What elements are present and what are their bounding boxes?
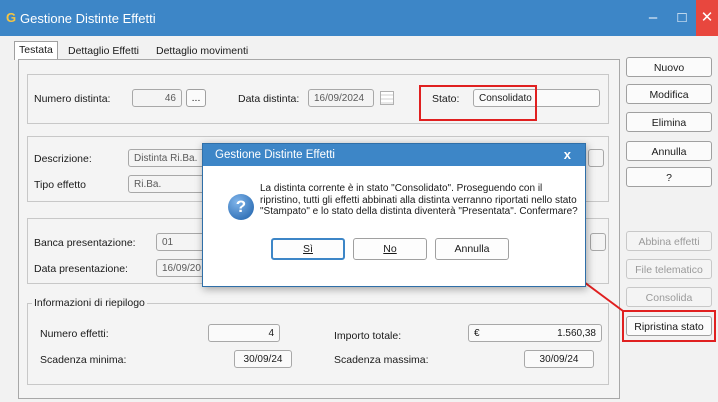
calendar-icon[interactable]	[380, 91, 394, 105]
tipo-effetto-label: Tipo effetto	[34, 179, 86, 191]
numero-distinta-field[interactable]: 46	[132, 89, 182, 107]
maximize-icon[interactable]: □	[669, 0, 695, 36]
currency-symbol: €	[474, 328, 480, 339]
no-label: No	[383, 243, 397, 255]
no-button[interactable]: No	[353, 238, 427, 260]
close-icon[interactable]: ✕	[696, 0, 718, 36]
tab-testata[interactable]: Testata	[14, 41, 58, 60]
scadenza-massima-field: 30/09/24	[524, 350, 594, 368]
elimina-button[interactable]: Elimina	[626, 112, 712, 132]
ripristina-highlight	[622, 310, 716, 342]
importo-totale-field: € 1.560,38	[468, 324, 602, 342]
annulla-dialog-button[interactable]: Annulla	[435, 238, 509, 260]
annulla-button[interactable]: Annulla	[626, 141, 712, 161]
numero-effetti-field: 4	[208, 324, 280, 342]
si-button[interactable]: Sì	[271, 238, 345, 260]
riepilogo-group: Informazioni di riepilogo Numero effetti…	[27, 297, 609, 385]
tab-dettaglio-effetti[interactable]: Dettaglio Effetti	[64, 43, 143, 59]
scadenza-massima-label: Scadenza massima:	[334, 354, 429, 366]
file-telematico-button[interactable]: File telematico	[626, 259, 712, 279]
lookup-button[interactable]: ...	[186, 89, 206, 107]
minimize-icon[interactable]: –	[640, 0, 666, 36]
descrizione-field-end	[588, 149, 604, 167]
data-distinta-label: Data distinta:	[238, 93, 300, 105]
si-label: Sì	[303, 243, 313, 255]
importo-totale-value: 1.560,38	[557, 328, 596, 339]
data-distinta-field[interactable]: 16/09/2024	[308, 89, 374, 107]
dialog-close-icon[interactable]: x	[564, 144, 571, 166]
numero-distinta-label: Numero distinta:	[34, 93, 111, 105]
scadenza-minima-field: 30/09/24	[234, 350, 292, 368]
window-title: Gestione Distinte Effetti	[20, 11, 156, 26]
dialog-message: La distinta corrente è in stato "Consoli…	[260, 183, 578, 217]
numero-effetti-label: Numero effetti:	[40, 328, 109, 340]
nuovo-button[interactable]: Nuovo	[626, 57, 712, 77]
tab-dettaglio-movimenti[interactable]: Dettaglio movimenti	[152, 43, 252, 59]
banca-field-end	[590, 233, 606, 251]
stato-highlight	[419, 85, 537, 121]
help-button[interactable]: ?	[626, 167, 712, 187]
abbina-effetti-button[interactable]: Abbina effetti	[626, 231, 712, 251]
scadenza-minima-label: Scadenza minima:	[40, 354, 127, 366]
riepilogo-title: Informazioni di riepilogo	[32, 297, 147, 309]
banca-presentazione-label: Banca presentazione:	[34, 237, 136, 249]
question-icon: ?	[228, 194, 254, 220]
data-presentazione-label: Data presentazione:	[34, 263, 128, 275]
modifica-button[interactable]: Modifica	[626, 84, 712, 104]
app-logo-icon: G	[6, 10, 17, 25]
importo-totale-label: Importo totale:	[334, 330, 402, 342]
descrizione-label: Descrizione:	[34, 153, 92, 165]
dialog-title: Gestione Distinte Effetti	[203, 144, 585, 166]
tab-strip: Testata Dettaglio Effetti Dettaglio movi…	[14, 41, 618, 60]
confirm-dialog: Gestione Distinte Effetti x ? La distint…	[202, 143, 586, 287]
consolida-button[interactable]: Consolida	[626, 287, 712, 307]
